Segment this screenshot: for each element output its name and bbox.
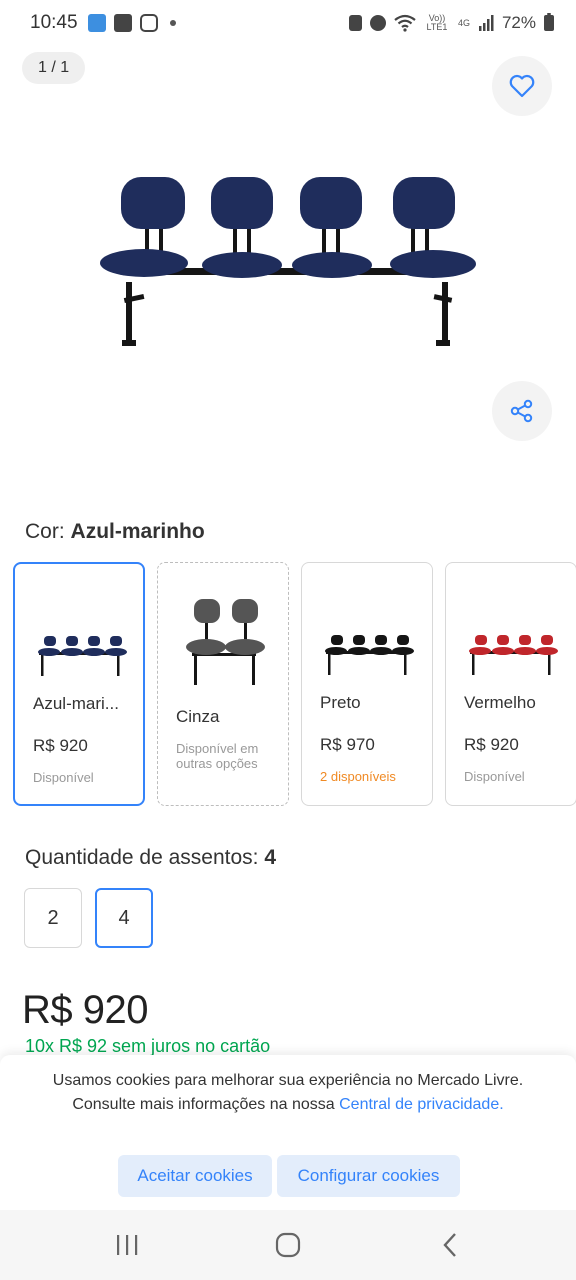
color-variant-cinza[interactable]: Cinza Disponível em outras opções [157, 562, 289, 806]
alarm-icon [369, 15, 386, 31]
home-icon [275, 1232, 301, 1258]
variant-price: R$ 920 [464, 735, 519, 754]
seat-quantity-label: Quantidade de assentos: 4 [25, 846, 277, 869]
home-notification-icon [87, 14, 106, 32]
product-price: R$ 920 [22, 988, 148, 1032]
variant-status: Disponível [33, 770, 94, 785]
variant-thumbnail [325, 635, 414, 675]
more-notifications-icon [169, 20, 176, 26]
variant-status: 2 disponíveis [320, 769, 396, 784]
status-time: 10:45 [30, 12, 78, 33]
variant-thumbnail [38, 636, 127, 676]
gallery-notification-icon [113, 14, 132, 32]
battery-percent: 72% [501, 13, 536, 32]
network-type: 4G [457, 18, 470, 28]
selected-quantity: 4 [264, 846, 277, 869]
variant-thumbnail [469, 635, 558, 675]
battery-icon [544, 13, 554, 31]
instagram-notification-icon [139, 14, 158, 32]
quantity-option-4[interactable]: 4 [95, 888, 153, 948]
color-variant-azul-marinho[interactable]: Azul-mari... R$ 920 Disponível [13, 562, 145, 806]
variant-name: Preto [320, 693, 361, 712]
color-variant-vermelho[interactable]: Vermelho R$ 920 Disponível [445, 562, 576, 806]
recent-apps-icon [117, 1235, 138, 1255]
system-nav-bar [0, 1210, 576, 1280]
signal-icon [478, 15, 494, 31]
volte-indicator: Vo)) LTE1 [426, 13, 448, 32]
recent-apps-button[interactable] [107, 1230, 147, 1260]
configure-cookies-button[interactable]: Configurar cookies [277, 1155, 460, 1197]
color-label: Cor: Azul-marinho [25, 520, 205, 543]
cookie-message: Usamos cookies para melhorar sua experiê… [52, 1072, 524, 1113]
variant-name: Vermelho [464, 693, 536, 712]
cookie-banner: Usamos cookies para melhorar sua experiê… [0, 1055, 576, 1210]
product-image [100, 177, 476, 346]
variant-name: Azul-mari... [33, 694, 119, 713]
share-button[interactable] [492, 381, 552, 441]
installments-text: 10x R$ 92 sem juros no cartão [25, 1036, 271, 1056]
wifi-icon [394, 14, 416, 32]
variant-thumbnail [186, 599, 265, 685]
product-gallery[interactable]: 1 / 1 [0, 46, 576, 494]
variant-price: R$ 920 [33, 736, 88, 755]
share-icon [510, 399, 533, 423]
quantity-option-2[interactable]: 2 [24, 888, 82, 948]
status-bar: 10:45 Vo)) LTE1 4G 72% [0, 0, 576, 46]
variant-price: R$ 970 [320, 735, 375, 754]
accept-cookies-button[interactable]: Aceitar cookies [118, 1155, 272, 1197]
variant-status: Disponível em outras opções [176, 741, 259, 771]
lock-icon [348, 15, 362, 31]
home-button[interactable] [268, 1230, 308, 1260]
image-counter: 1 / 1 [22, 52, 86, 84]
privacy-center-link[interactable]: Central de privacidade. [339, 1096, 504, 1113]
back-button[interactable] [430, 1230, 470, 1260]
color-variant-preto[interactable]: Preto R$ 970 2 disponíveis [301, 562, 433, 806]
back-icon [443, 1233, 456, 1257]
selected-color: Azul-marinho [70, 520, 205, 543]
heart-icon [509, 74, 535, 98]
favorite-button[interactable] [492, 56, 552, 116]
variant-status: Disponível [464, 769, 525, 784]
variant-name: Cinza [176, 707, 220, 726]
